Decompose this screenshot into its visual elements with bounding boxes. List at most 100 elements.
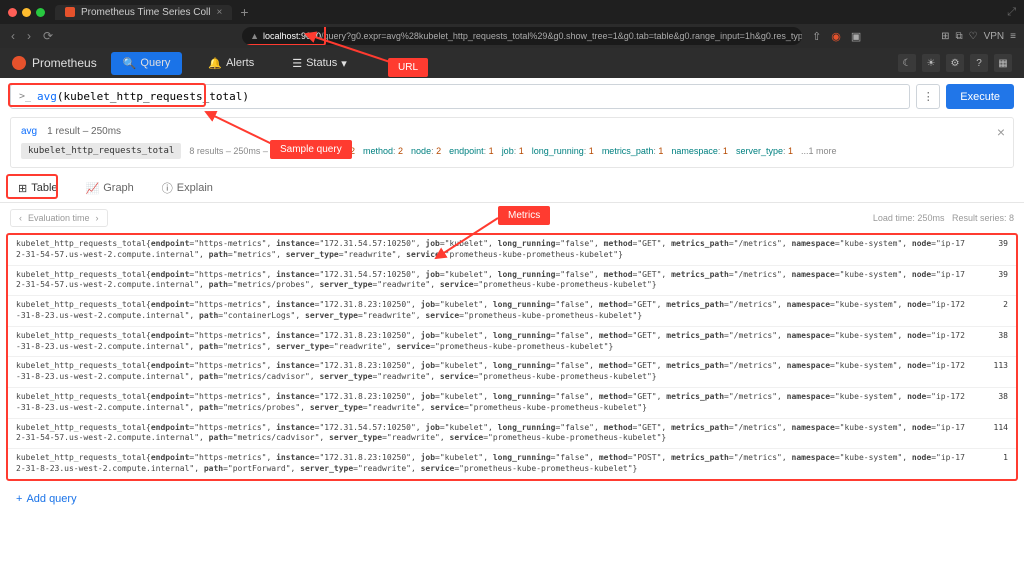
chevron-right-icon: › bbox=[96, 213, 99, 223]
layout-icon[interactable]: ▦ bbox=[994, 54, 1012, 72]
table-row[interactable]: kubelet_http_requests_total{endpoint="ht… bbox=[8, 266, 1016, 297]
label-count: node: 2 bbox=[411, 146, 441, 156]
flame-icon bbox=[12, 56, 26, 70]
execute-button[interactable]: Execute bbox=[946, 84, 1014, 109]
series-value: 39 bbox=[968, 270, 1008, 292]
browser-chrome: Prometheus Time Series Coll × + ⤢ ‹ › ⟳ … bbox=[0, 0, 1024, 48]
series-value: 113 bbox=[968, 361, 1008, 383]
traffic-lights[interactable] bbox=[8, 8, 45, 17]
fn-badge: avg bbox=[21, 126, 37, 137]
table-row[interactable]: kubelet_http_requests_total{endpoint="ht… bbox=[8, 296, 1016, 327]
label-count: endpoint: 1 bbox=[449, 146, 494, 156]
menu-icon[interactable]: ≡ bbox=[1010, 31, 1016, 42]
table-row[interactable]: kubelet_http_requests_total{endpoint="ht… bbox=[8, 235, 1016, 266]
series-value: 38 bbox=[968, 392, 1008, 414]
vpn-badge[interactable]: VPN bbox=[984, 31, 1005, 42]
table-icon: ⊞ bbox=[18, 182, 27, 195]
add-query-button[interactable]: + Add query bbox=[10, 489, 83, 509]
table-row[interactable]: kubelet_http_requests_total{endpoint="ht… bbox=[8, 327, 1016, 358]
table-row[interactable]: kubelet_http_requests_total{endpoint="ht… bbox=[8, 357, 1016, 388]
expression-input[interactable]: >_ avg(kubelet_http_requests_total) bbox=[10, 84, 910, 109]
nav-status[interactable]: ☰ Status ▾ bbox=[280, 52, 359, 75]
label-count: long_running: 1 bbox=[532, 146, 594, 156]
series-label: kubelet_http_requests_total{endpoint="ht… bbox=[16, 361, 968, 383]
series-value: 38 bbox=[968, 331, 1008, 353]
chevron-down-icon: ▾ bbox=[341, 57, 347, 70]
shield-icon[interactable]: ◉ bbox=[831, 30, 841, 43]
label-count: metrics_path: 1 bbox=[602, 146, 664, 156]
prometheus-logo[interactable]: Prometheus bbox=[12, 56, 97, 70]
app-name: Prometheus bbox=[32, 56, 97, 70]
table-row[interactable]: kubelet_http_requests_total{endpoint="ht… bbox=[8, 388, 1016, 419]
series-label: kubelet_http_requests_total{endpoint="ht… bbox=[16, 392, 968, 414]
url-host: localhost:9090 bbox=[263, 31, 321, 41]
query-metric: kubelet_http_requests_total bbox=[64, 90, 243, 103]
series-label: kubelet_http_requests_total{endpoint="ht… bbox=[16, 270, 968, 292]
chevron-left-icon: ‹ bbox=[19, 213, 22, 223]
upload-icon[interactable]: ⇧ bbox=[812, 30, 821, 43]
grid-icon[interactable]: ⊞ bbox=[941, 31, 949, 42]
favicon-icon bbox=[65, 7, 75, 17]
series-label: kubelet_http_requests_total{endpoint="ht… bbox=[16, 453, 968, 475]
help-icon[interactable]: ? bbox=[970, 54, 988, 72]
bell-icon: 🔔 bbox=[208, 57, 222, 70]
series-value: 1 bbox=[968, 453, 1008, 475]
nav-query[interactable]: 🔍 Query bbox=[111, 52, 183, 75]
series-value: 114 bbox=[968, 423, 1008, 445]
callout-metrics: Metrics bbox=[498, 206, 550, 225]
hints-summary: avg 1 result – 250ms bbox=[21, 126, 1003, 137]
series-label: kubelet_http_requests_total{endpoint="ht… bbox=[16, 300, 968, 322]
theme-toggle[interactable]: ☾ bbox=[898, 54, 916, 72]
forward-button[interactable]: › bbox=[24, 29, 34, 43]
series-label: kubelet_http_requests_total{endpoint="ht… bbox=[16, 239, 968, 261]
search-icon: 🔍 bbox=[123, 57, 137, 70]
more-button[interactable]: ⋮ bbox=[916, 84, 940, 109]
window-expand-icon[interactable]: ⤢ bbox=[1007, 6, 1016, 19]
sun-icon[interactable]: ☀ bbox=[922, 54, 940, 72]
label-count: method: 2 bbox=[363, 146, 403, 156]
metric-chip: kubelet_http_requests_total bbox=[21, 143, 181, 159]
hints-labels: kubelet_http_requests_total 8 results – … bbox=[21, 143, 1003, 159]
label-count: job: 1 bbox=[502, 146, 524, 156]
prometheus-header: Prometheus 🔍 Query 🔔 Alerts ☰ Status ▾ ☾… bbox=[0, 48, 1024, 78]
callout-url: URL bbox=[388, 58, 428, 77]
evaluation-time-input[interactable]: ‹ Evaluation time › bbox=[10, 209, 108, 227]
browser-right-icons: ⊞ ⧉ ♡ VPN ≡ bbox=[941, 31, 1016, 42]
close-icon[interactable]: × bbox=[217, 7, 223, 18]
settings-icon[interactable]: ⚙ bbox=[946, 54, 964, 72]
query-fn: avg bbox=[37, 90, 57, 103]
nav-alerts[interactable]: 🔔 Alerts bbox=[196, 52, 266, 75]
reload-button[interactable]: ⟳ bbox=[40, 29, 56, 43]
hints-stats: 8 results – 250ms – bbox=[189, 146, 268, 156]
heart-icon[interactable]: ♡ bbox=[969, 31, 978, 42]
series-value: 39 bbox=[968, 239, 1008, 261]
label-count: namespace: 1 bbox=[671, 146, 728, 156]
close-panel-button[interactable]: × bbox=[997, 124, 1005, 140]
plus-icon: + bbox=[16, 493, 22, 505]
graph-icon: 📈 bbox=[86, 182, 100, 195]
table-row[interactable]: kubelet_http_requests_total{endpoint="ht… bbox=[8, 419, 1016, 450]
results-table: kubelet_http_requests_total{endpoint="ht… bbox=[6, 233, 1018, 481]
view-tabs: ⊞ Table 📈 Graph ⓘ Explain bbox=[0, 174, 1024, 203]
query-tree-panel: × avg 1 result – 250ms kubelet_http_requ… bbox=[10, 117, 1014, 168]
prompt-icon: >_ bbox=[19, 91, 31, 102]
address-bar[interactable]: ▲ localhost:9090/query?g0.expr=avg%28kub… bbox=[242, 27, 802, 45]
insecure-icon: ▲ bbox=[250, 31, 259, 41]
hints-more: ...1 more bbox=[801, 146, 837, 156]
query-bar: >_ avg(kubelet_http_requests_total) ⋮ Ex… bbox=[0, 78, 1024, 115]
tab-title: Prometheus Time Series Coll bbox=[81, 7, 211, 18]
callout-sample-query: Sample query bbox=[270, 140, 352, 159]
load-stats: Load time: 250ms Result series: 8 bbox=[873, 213, 1014, 223]
back-button[interactable]: ‹ bbox=[8, 29, 18, 43]
browser-tab[interactable]: Prometheus Time Series Coll × bbox=[55, 5, 232, 20]
ext-icon[interactable]: ▣ bbox=[851, 30, 861, 43]
copy-icon[interactable]: ⧉ bbox=[955, 31, 962, 42]
new-tab-button[interactable]: + bbox=[240, 4, 248, 20]
tab-table[interactable]: ⊞ Table bbox=[10, 176, 66, 201]
table-row[interactable]: kubelet_http_requests_total{endpoint="ht… bbox=[8, 449, 1016, 479]
tab-graph[interactable]: 📈 Graph bbox=[78, 176, 142, 201]
explain-icon: ⓘ bbox=[162, 180, 173, 196]
tab-explain[interactable]: ⓘ Explain bbox=[154, 174, 221, 202]
address-row: ‹ › ⟳ ▲ localhost:9090/query?g0.expr=avg… bbox=[0, 24, 1024, 48]
tab-strip: Prometheus Time Series Coll × + ⤢ bbox=[0, 0, 1024, 24]
